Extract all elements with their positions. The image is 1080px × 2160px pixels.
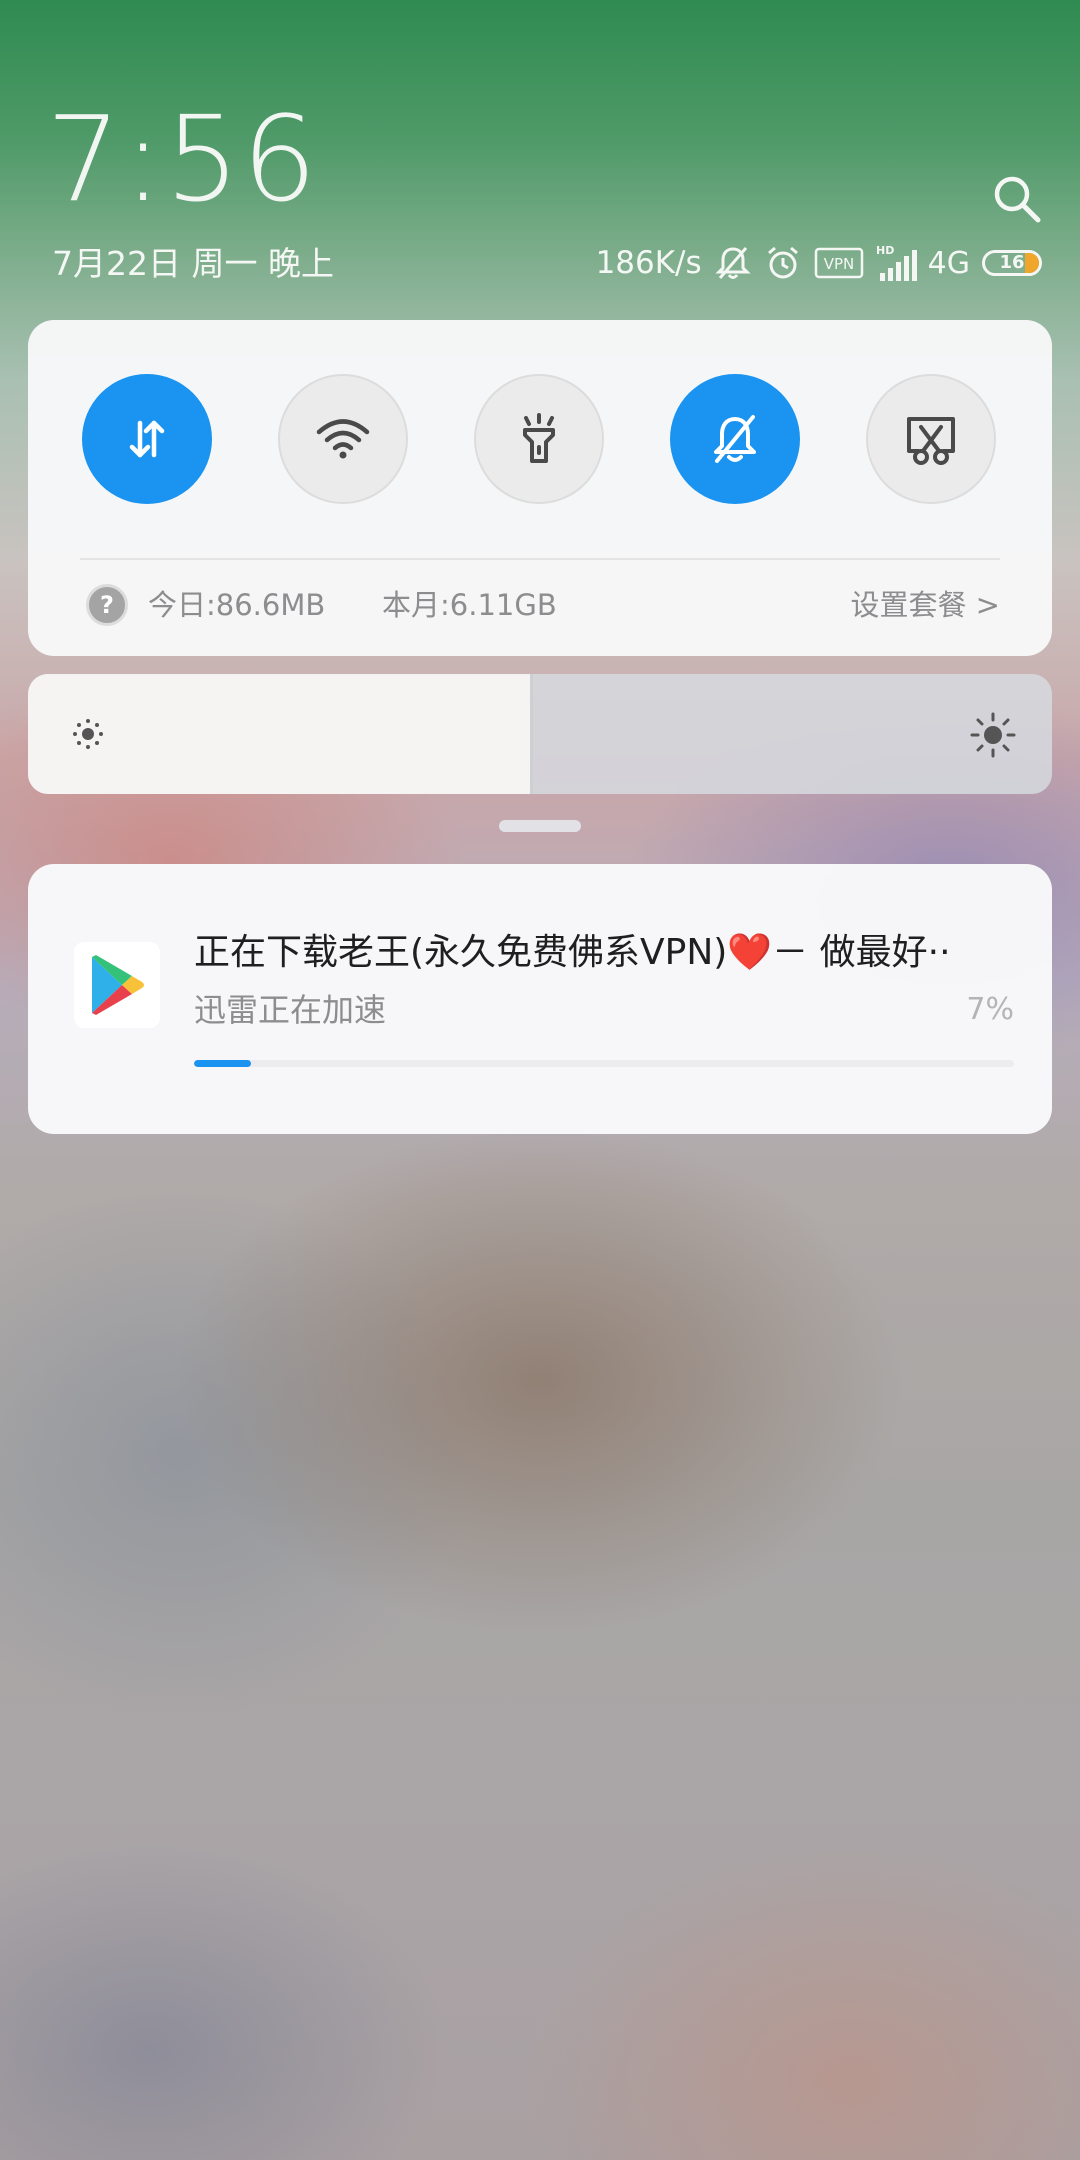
brightness-low-icon (73, 719, 103, 749)
download-progress-bar (194, 1060, 1014, 1067)
flashlight-icon (523, 413, 555, 463)
network-speed: 186K/s (595, 245, 702, 281)
toggle-mobile-data[interactable] (82, 374, 212, 504)
battery-icon: 16 (982, 250, 1042, 276)
mute-icon (715, 247, 751, 279)
quick-settings-panel: ? 今日:86.6MB 本月:6.11GB 设置套餐 > (28, 320, 1052, 656)
vpn-icon: VPN (814, 247, 863, 279)
bell-off-icon (714, 415, 756, 463)
screenshot-icon (907, 417, 955, 465)
data-usage-month: 本月:6.11GB (382, 588, 557, 622)
signal-icon: HD (876, 244, 917, 281)
download-notification[interactable]: 正在下载老王(永久免费佛系VPN)❤️－ 做最好·· 迅雷正在加速 7% (28, 864, 1052, 1134)
vpn-label: VPN (823, 255, 854, 273)
toggle-flashlight[interactable] (474, 374, 604, 504)
battery-level (1025, 253, 1039, 273)
search-icon (994, 176, 1041, 223)
download-percent: 7% (966, 992, 1014, 1027)
notification-title: 正在下载老王(永久免费佛系VPN)❤️－ 做最好·· (194, 932, 951, 973)
shade-handle[interactable] (499, 820, 581, 832)
wifi-icon (316, 419, 370, 459)
toggle-screenshot[interactable] (866, 374, 996, 504)
brightness-slider[interactable] (28, 674, 1052, 794)
toggle-mute[interactable] (670, 374, 800, 504)
notification-shade: 7:56 7月22日 周一 晚上 186K/s VPN HD 4G 16 ? 今… (0, 0, 1080, 2160)
alarm-icon (767, 246, 798, 279)
brightness-high-icon (970, 712, 1016, 758)
qs-divider (80, 558, 1000, 560)
toggle-wifi[interactable] (278, 374, 408, 504)
date-label: 7月22日 周一 晚上 (52, 244, 334, 283)
status-bar-icons: 186K/s VPN HD 4G 16 (596, 240, 1042, 286)
network-type: 4G (927, 245, 970, 281)
data-usage-today: 今日:86.6MB (148, 588, 326, 622)
data-arrows-icon (129, 420, 165, 458)
download-progress-fill (194, 1060, 252, 1067)
data-plan-link[interactable]: 设置套餐 > (850, 586, 1000, 624)
hd-label: HD (876, 244, 894, 257)
help-icon[interactable]: ? (86, 584, 128, 626)
search-button[interactable] (990, 172, 1046, 228)
notification-subtitle: 迅雷正在加速 (194, 991, 387, 1029)
play-store-icon (74, 942, 160, 1028)
battery-percent: 16 (999, 252, 1025, 273)
clock: 7:56 (46, 90, 319, 228)
